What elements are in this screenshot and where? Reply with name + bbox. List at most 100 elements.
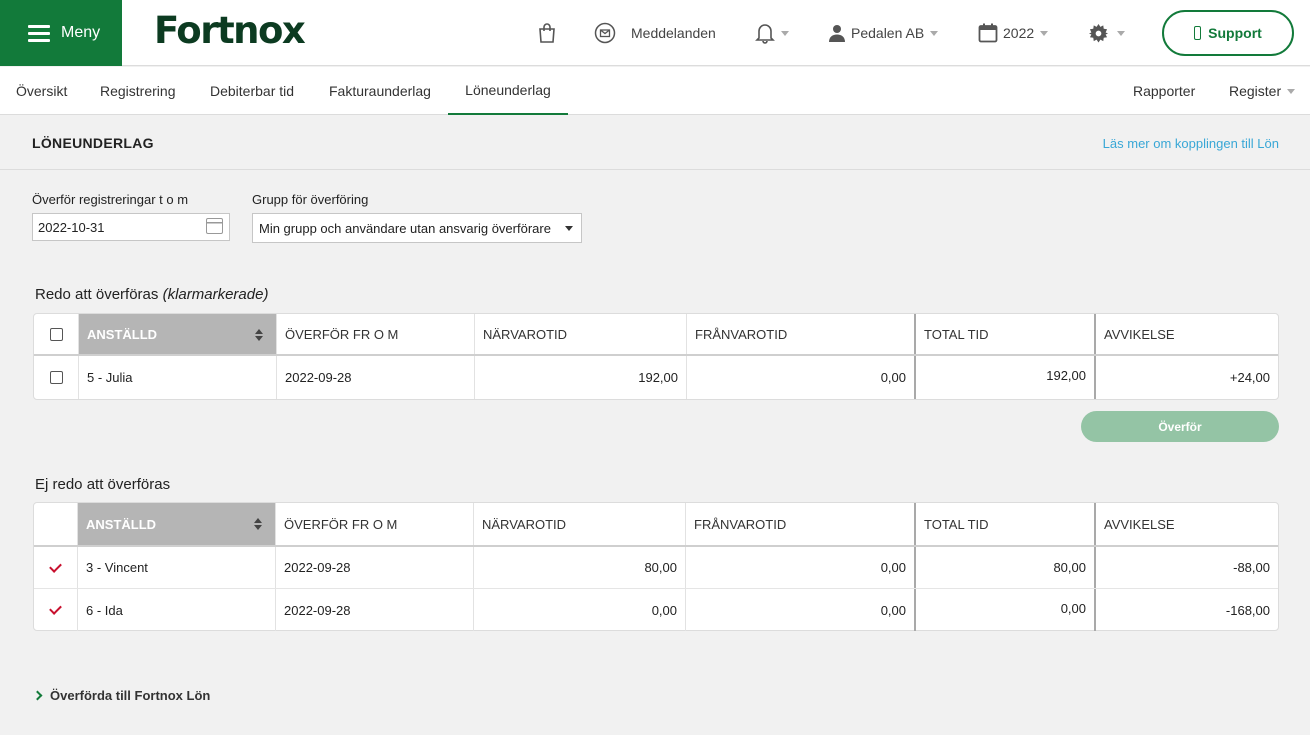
column-header-presence: NÄRVAROTID	[474, 314, 686, 354]
total-cell: 0,00	[914, 589, 1096, 631]
absence-cell: 0,00	[685, 547, 914, 588]
settings-dropdown[interactable]	[1089, 0, 1125, 66]
column-header-presence: NÄRVAROTID	[473, 503, 685, 545]
chevron-down-icon	[1117, 30, 1125, 36]
from-date-cell: 2022-09-28	[276, 356, 474, 399]
group-selected-value: Min grupp och användare utan ansvarig öv…	[259, 220, 551, 236]
tab-registrering[interactable]: Registrering	[100, 67, 175, 115]
not-ready-table: ANSTÄLLD ÖVERFÖR FR O M NÄRVAROTID FRÅNV…	[33, 502, 1279, 631]
ready-title-main: Redo att överföras	[35, 286, 159, 303]
support-label: Support	[1208, 25, 1262, 41]
date-field[interactable]	[32, 213, 230, 241]
menu-label: Meny	[61, 24, 101, 41]
info-link[interactable]: Läs mer om kopplingen till Lön	[1103, 136, 1279, 151]
main-nav: Översikt Registrering Debiterbar tid Fak…	[0, 67, 1310, 115]
chevron-down-icon	[781, 30, 789, 36]
column-label: ANSTÄLLD	[87, 326, 158, 342]
table-row: 5 - Julia 2022-09-28 192,00 0,00 192,00 …	[34, 356, 1278, 399]
chevron-down-icon	[930, 30, 939, 36]
chevron-down-icon	[1287, 88, 1296, 94]
transferred-section-toggle[interactable]: Överförda till Fortnox Lön	[32, 688, 211, 703]
ready-title-note: (klarmarkerade)	[162, 286, 269, 303]
total-cell: 192,00	[914, 356, 1096, 399]
sort-icon	[255, 329, 264, 341]
row-checkbox[interactable]	[49, 371, 63, 384]
messages-button[interactable]: Meddelanden	[594, 0, 716, 66]
tab-oversikt[interactable]: Översikt	[16, 67, 67, 115]
year-dropdown[interactable]: 2022	[978, 0, 1049, 66]
checkmark-icon	[49, 602, 62, 615]
status-cell	[34, 589, 77, 631]
column-header-employee[interactable]: ANSTÄLLD	[77, 503, 275, 545]
presence-cell: 80,00	[473, 547, 685, 588]
register-label: Register	[1229, 83, 1282, 99]
column-header-from: ÖVERFÖR FR O M	[276, 314, 474, 354]
table-header-row: ANSTÄLLD ÖVERFÖR FR O M NÄRVAROTID FRÅNV…	[34, 314, 1278, 356]
calendar-icon[interactable]	[206, 218, 223, 234]
presence-cell: 192,00	[474, 356, 686, 399]
column-header-deviation: AVVIKELSE	[1104, 516, 1175, 532]
status-header-cell	[34, 503, 77, 545]
checkmark-icon	[49, 559, 62, 573]
table-header-row: ANSTÄLLD ÖVERFÖR FR O M NÄRVAROTID FRÅNV…	[34, 503, 1278, 547]
row-select-cell	[34, 356, 78, 399]
chevron-down-icon	[565, 226, 573, 231]
column-header-employee[interactable]: ANSTÄLLD	[78, 314, 276, 354]
status-cell	[34, 547, 77, 588]
sort-icon	[254, 518, 263, 530]
presence-cell: 0,00	[473, 589, 685, 631]
gear-icon	[1089, 23, 1108, 43]
calendar-icon	[978, 23, 998, 43]
chevron-right-icon	[32, 690, 43, 701]
tab-register[interactable]: Register	[1229, 67, 1296, 115]
menu-button[interactable]: Meny	[0, 0, 122, 66]
deviation-cell: -168,00	[1225, 602, 1270, 618]
column-header-absence: FRÅNVAROTID	[686, 314, 914, 354]
select-all-checkbox[interactable]	[49, 327, 63, 341]
year-label: 2022	[1003, 25, 1035, 41]
deviation-cell: -88,00	[1233, 560, 1270, 575]
column-header-total: TOTAL TID	[914, 314, 1096, 354]
company-label: Pedalen AB	[851, 25, 925, 41]
column-header-absence: FRÅNVAROTID	[685, 503, 914, 545]
company-dropdown[interactable]: Pedalen AB	[829, 0, 939, 66]
group-select[interactable]: Min grupp och användare utan ansvarig öv…	[252, 213, 582, 243]
fortnox-logo[interactable]: Fortnox	[154, 9, 306, 52]
envelope-icon	[594, 22, 616, 44]
top-bar: Meny Fortnox Meddelanden Pedalen AB 2022…	[0, 0, 1310, 66]
bell-icon	[755, 24, 775, 44]
transferred-label: Överförda till Fortnox Lön	[50, 688, 211, 703]
notifications-button[interactable]	[755, 0, 789, 66]
chevron-down-icon	[1040, 30, 1049, 36]
total-cell: 80,00	[914, 547, 1096, 588]
column-header-from: ÖVERFÖR FR O M	[275, 503, 473, 545]
user-icon	[829, 25, 845, 42]
employee-cell: 5 - Julia	[78, 356, 276, 399]
store-button[interactable]	[536, 0, 558, 66]
date-label: Överför registreringar t o m	[32, 192, 189, 207]
group-label: Grupp för överföring	[252, 192, 369, 207]
hamburger-icon	[28, 24, 50, 42]
from-date-cell: 2022-09-28	[275, 547, 473, 588]
select-all-cell	[34, 314, 78, 354]
transfer-button[interactable]: Överför	[1081, 411, 1279, 442]
shopping-bag-icon	[539, 23, 555, 43]
table-row: 6 - Ida 2022-09-28 0,00 0,00 0,00 -168,0…	[34, 589, 1278, 631]
tab-debiterbar-tid[interactable]: Debiterbar tid	[210, 67, 294, 115]
page-title: LÖNEUNDERLAG	[32, 135, 154, 151]
employee-cell: 3 - Vincent	[77, 547, 275, 588]
tab-rapporter[interactable]: Rapporter	[1133, 67, 1195, 115]
tab-fakturaunderlag[interactable]: Fakturaunderlag	[329, 67, 431, 115]
column-label: ANSTÄLLD	[86, 516, 157, 532]
support-button[interactable]: Support	[1162, 10, 1294, 56]
phone-icon	[1194, 26, 1202, 40]
tab-loneunderlag[interactable]: Löneunderlag	[448, 67, 568, 115]
column-header-deviation: AVVIKELSE	[1104, 326, 1175, 342]
absence-cell: 0,00	[685, 589, 914, 631]
absence-cell: 0,00	[686, 356, 914, 399]
ready-table: ANSTÄLLD ÖVERFÖR FR O M NÄRVAROTID FRÅNV…	[33, 313, 1279, 400]
ready-section-title: Redo att överföras (klarmarkerade)	[35, 286, 268, 303]
not-ready-section-title: Ej redo att överföras	[35, 476, 171, 493]
table-row: 3 - Vincent 2022-09-28 80,00 0,00 80,00 …	[34, 547, 1278, 589]
employee-cell: 6 - Ida	[77, 589, 275, 631]
